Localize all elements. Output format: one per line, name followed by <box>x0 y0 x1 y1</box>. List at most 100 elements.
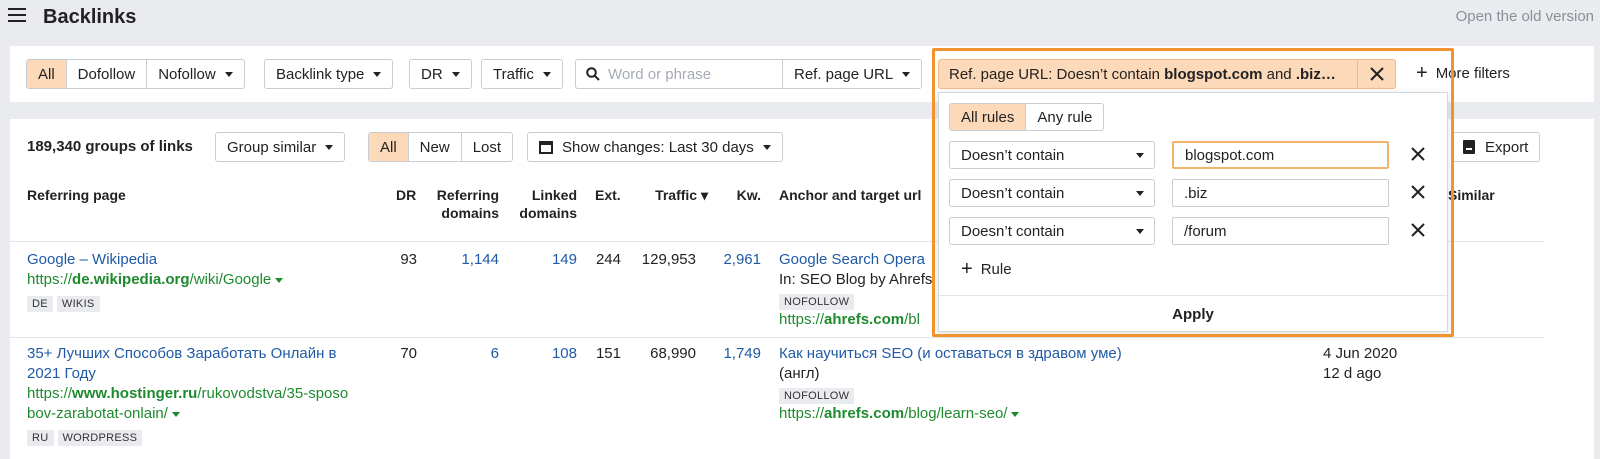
filter-rules-popup: All rules Any rule Doesn’t contain Doesn… <box>938 92 1448 332</box>
nofollow-badge: NOFOLLOW <box>779 294 855 310</box>
mode-any-rule[interactable]: Any rule <box>1026 104 1103 130</box>
changes-all[interactable]: All <box>369 133 409 161</box>
active-filter-term1: blogspot.com <box>1164 65 1263 83</box>
row1-url[interactable]: https://de.wikipedia.org/wiki/Google <box>27 270 284 290</box>
row2-target-path: /blog/learn-seo/ <box>904 405 1008 422</box>
active-filter-chip[interactable]: Ref. page URL: Doesn’t contain blogspot.… <box>938 59 1396 89</box>
row2-traffic: 68,990 <box>650 345 696 362</box>
row2-target-prefix: https:// <box>779 405 825 422</box>
rule-condition-label: Doesn’t contain <box>961 184 1065 202</box>
row2-kw[interactable]: 1,749 <box>705 344 761 364</box>
ref-page-url-label: Ref. page URL <box>794 65 894 83</box>
link-type-all[interactable]: All <box>27 60 67 88</box>
col-traffic[interactable]: Traffic ▾ <box>640 186 708 204</box>
row2-url-domain: www.hostinger.ru <box>72 385 198 402</box>
row2-target-url[interactable]: https://ahrefs.com/blog/learn-seo/ <box>779 404 1020 424</box>
changes-new[interactable]: New <box>409 133 462 161</box>
chevron-down-icon <box>1136 153 1144 158</box>
remove-rule-button[interactable] <box>1411 181 1425 203</box>
row1-ref-domains[interactable]: 1,144 <box>430 250 499 270</box>
row1-kw[interactable]: 2,961 <box>705 250 761 270</box>
row2-title[interactable]: 35+ Лучших Способов Заработать Онлайн в … <box>27 344 337 384</box>
chevron-down-icon <box>762 144 771 150</box>
changes-toggle: All New Lost <box>368 132 514 162</box>
rule-condition-select[interactable]: Doesn’t contain <box>949 179 1155 207</box>
col-ext[interactable]: Ext. <box>595 186 621 204</box>
chevron-down-icon[interactable] <box>171 411 180 417</box>
active-filter-prefix: Ref. page URL: Doesn’t contain <box>949 65 1165 83</box>
rule-condition-label: Doesn’t contain <box>961 222 1065 240</box>
active-filter-text: Ref. page URL: Doesn’t contain blogspot.… <box>939 66 1357 83</box>
row1-url-path: /wiki/Google <box>189 271 272 288</box>
chevron-down-icon <box>1136 191 1144 196</box>
rule-mode-toggle: All rules Any rule <box>949 103 1105 131</box>
chevron-down-icon[interactable] <box>275 277 284 283</box>
chevron-down-icon <box>224 71 233 77</box>
row2-anchor[interactable]: Как научиться SEO (и оставаться в здраво… <box>779 344 1122 364</box>
row1-anchor-sub: In: SEO Blog by Ahrefs <box>779 271 933 288</box>
row1-anchor[interactable]: Google Search Opera <box>779 250 925 270</box>
calendar-icon <box>539 140 553 154</box>
rule-value-input[interactable] <box>1172 179 1389 207</box>
mode-all-rules[interactable]: All rules <box>950 104 1027 130</box>
chevron-down-icon <box>451 71 460 77</box>
changes-lost[interactable]: Lost <box>462 133 512 161</box>
remove-rule-button[interactable] <box>1411 143 1425 165</box>
rule-condition-select[interactable]: Doesn’t contain <box>949 141 1155 169</box>
remove-rule-button[interactable] <box>1411 219 1425 241</box>
tag-badge: RU <box>27 430 54 446</box>
rule-row: Doesn’t contain <box>949 217 1439 247</box>
row2-title-line2: 2021 Году <box>27 365 96 382</box>
col-kw[interactable]: Kw. <box>720 186 761 204</box>
top-bar: Backlinks Open the old version <box>0 0 1600 36</box>
col-referring-domains-line1: Referring <box>436 187 499 203</box>
link-type-nofollow[interactable]: Nofollow <box>147 60 244 88</box>
search-input[interactable] <box>608 65 768 83</box>
rule-condition-select[interactable]: Doesn’t contain <box>949 217 1155 245</box>
link-type-toggle: All Dofollow Nofollow <box>26 59 245 89</box>
row1-linked-domains[interactable]: 149 <box>510 250 577 270</box>
traffic-dropdown[interactable]: Traffic <box>481 59 563 89</box>
row1-title[interactable]: Google – Wikipedia <box>27 250 157 270</box>
col-similar[interactable]: Similar <box>1448 186 1495 204</box>
chevron-down-icon[interactable] <box>1011 411 1020 417</box>
col-anchor[interactable]: Anchor and target url <box>779 186 921 204</box>
show-changes-dropdown[interactable]: Show changes: Last 30 days <box>527 132 783 162</box>
col-referring-page[interactable]: Referring page <box>27 186 126 204</box>
tag-badge: DE <box>27 296 53 312</box>
row2-url-prefix: https:// <box>27 385 73 402</box>
col-linked-domains[interactable]: Linked domains <box>505 186 577 222</box>
remove-filter-button[interactable] <box>1357 60 1395 88</box>
old-version-link[interactable]: Open the old version <box>1456 8 1594 25</box>
row2-url[interactable]: https://www.hostinger.ru/rukovodstva/35-… <box>27 384 348 424</box>
rule-value-input[interactable] <box>1172 141 1389 169</box>
ref-page-url-dropdown[interactable]: Ref. page URL <box>782 59 923 89</box>
more-filters-button[interactable]: + More filters <box>1416 63 1510 83</box>
row2-ref-domains[interactable]: 6 <box>430 344 499 364</box>
row2-ext: 151 <box>595 345 621 362</box>
close-icon <box>1369 67 1384 81</box>
close-icon <box>1411 147 1425 161</box>
row-divider <box>10 337 1544 338</box>
chevron-down-icon <box>902 71 911 77</box>
dr-dropdown[interactable]: DR <box>409 59 472 89</box>
link-type-dofollow[interactable]: Dofollow <box>67 60 148 88</box>
export-button[interactable]: Export <box>1451 132 1541 162</box>
chevron-down-icon <box>542 71 551 77</box>
backlink-type-dropdown[interactable]: Backlink type <box>264 59 394 89</box>
search-box <box>575 59 783 89</box>
chevron-down-icon <box>325 144 334 150</box>
apply-button[interactable]: Apply <box>939 295 1447 332</box>
add-rule-button[interactable]: + Rule <box>961 259 1012 279</box>
tag-badge: WIKIS <box>56 296 100 312</box>
search-icon <box>586 67 600 81</box>
row1-target-url[interactable]: https://ahrefs.com/bl <box>779 310 920 330</box>
group-similar-dropdown[interactable]: Group similar <box>215 132 346 162</box>
row2-linked-domains[interactable]: 108 <box>510 344 577 364</box>
menu-icon[interactable] <box>8 8 26 24</box>
rule-value-input[interactable] <box>1172 217 1389 245</box>
row2-title-line1: 35+ Лучших Способов Заработать Онлайн в <box>27 345 337 362</box>
col-dr[interactable]: DR <box>396 186 416 204</box>
col-referring-domains[interactable]: Referring domains <box>420 186 499 222</box>
row1-ext: 244 <box>595 251 621 268</box>
